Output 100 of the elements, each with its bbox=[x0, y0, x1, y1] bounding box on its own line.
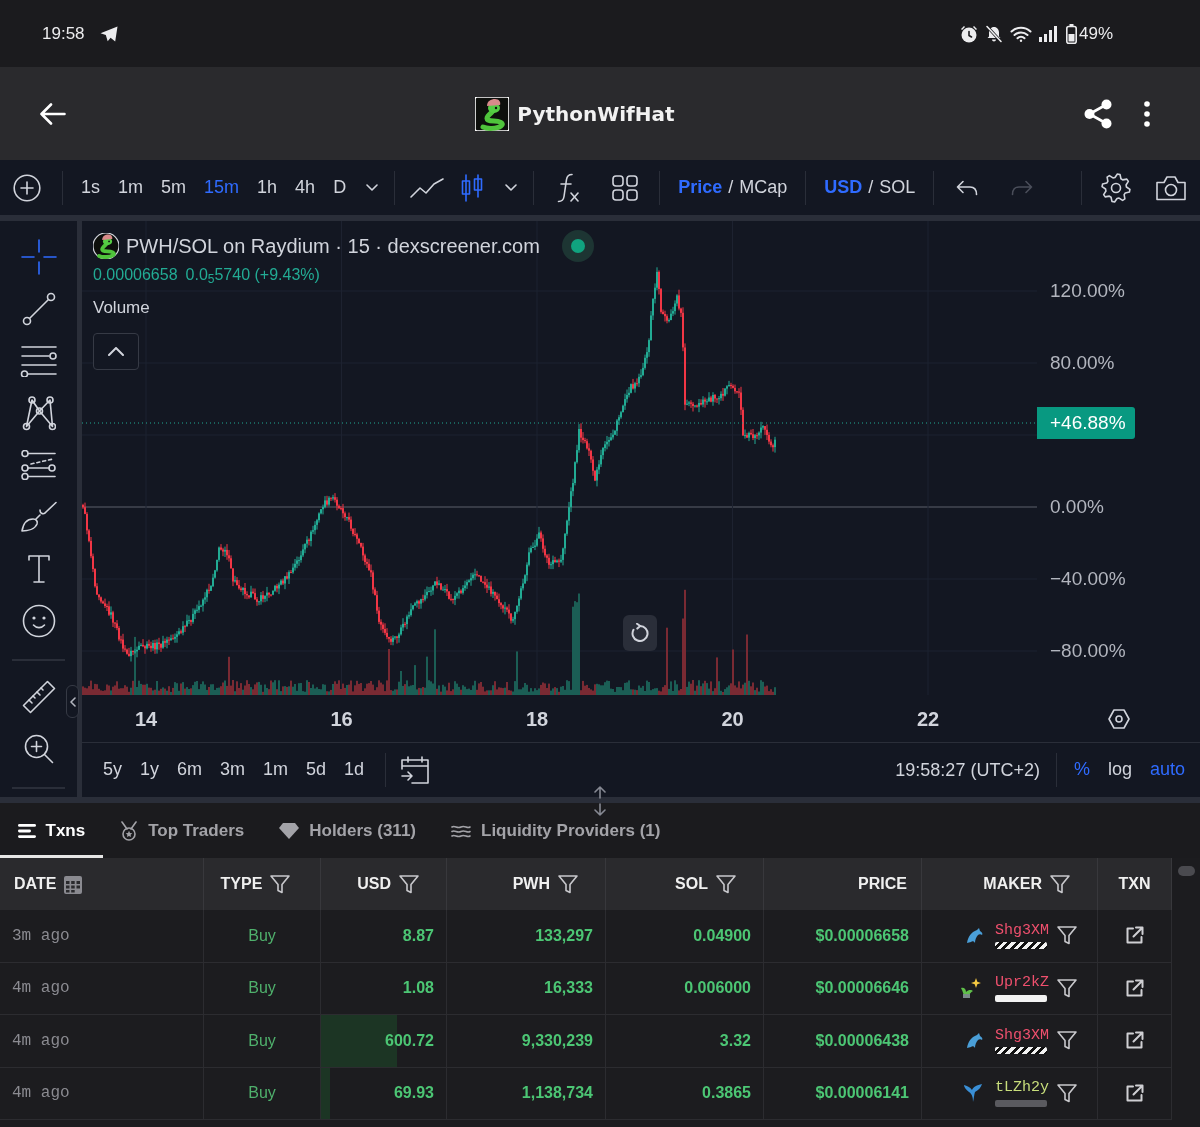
zoom-in-icon[interactable] bbox=[23, 734, 54, 764]
ruler-icon[interactable] bbox=[21, 680, 56, 714]
price-axis-label: 0.00% bbox=[1049, 494, 1104, 519]
table-cell: $0.00006438 bbox=[764, 1015, 922, 1067]
maker-address[interactable]: Upr2kZ bbox=[995, 975, 1049, 992]
pattern-icon[interactable] bbox=[21, 395, 56, 431]
currency-option[interactable]: SOL bbox=[873, 176, 922, 199]
caret-icon[interactable] bbox=[366, 184, 379, 191]
diamond-icon bbox=[279, 822, 300, 839]
collapse-legend-button[interactable] bbox=[93, 332, 139, 370]
status-time: 19:58 bbox=[42, 22, 85, 45]
tab[interactable]: Top Traders bbox=[102, 803, 262, 858]
filter-icon[interactable] bbox=[1057, 1083, 1077, 1103]
grid-icon[interactable] bbox=[612, 174, 639, 201]
muted-bell-icon bbox=[984, 24, 1003, 43]
indicator-label: Volume bbox=[93, 297, 151, 319]
price-axis-label: −80.00% bbox=[1049, 638, 1126, 663]
scale-option[interactable]: auto bbox=[1140, 759, 1194, 781]
dolphin-icon bbox=[965, 926, 983, 945]
range-button[interactable]: 3m bbox=[211, 759, 255, 781]
calendar-icon[interactable] bbox=[400, 756, 431, 784]
table-cell: 9,330,239 bbox=[447, 1015, 606, 1067]
camera-icon[interactable] bbox=[1155, 174, 1187, 201]
time-axis-label: 16 bbox=[329, 706, 354, 732]
add-circle-icon[interactable] bbox=[13, 173, 41, 202]
emoji-icon[interactable] bbox=[21, 604, 56, 638]
value-mode-option[interactable]: MCap bbox=[733, 176, 794, 199]
level-lines-icon[interactable] bbox=[19, 345, 58, 377]
settings-icon[interactable] bbox=[1107, 708, 1130, 729]
function-icon[interactable] bbox=[557, 172, 580, 203]
external-link-icon[interactable] bbox=[1125, 978, 1144, 998]
external-link-icon[interactable] bbox=[1125, 1031, 1144, 1051]
last-price-badge: +46.88% bbox=[1037, 406, 1135, 440]
interval-button[interactable]: 1s bbox=[72, 176, 109, 199]
interval-button[interactable]: 5m bbox=[152, 176, 196, 199]
maker-address[interactable]: tLZh2y bbox=[995, 1080, 1049, 1097]
price-value: 0.00006658 bbox=[93, 265, 178, 285]
range-button[interactable]: 1m bbox=[254, 759, 298, 781]
projection-lines-icon[interactable] bbox=[20, 450, 57, 480]
filter-icon[interactable] bbox=[1050, 874, 1070, 894]
range-button[interactable]: 5d bbox=[297, 759, 336, 781]
filter-icon[interactable] bbox=[399, 874, 419, 894]
line-chart-icon[interactable] bbox=[410, 177, 445, 198]
currency-option[interactable]: USD bbox=[818, 176, 869, 199]
table-cell: 4m ago bbox=[0, 962, 204, 1014]
back-arrow-icon[interactable] bbox=[40, 102, 66, 125]
interval-button[interactable]: D bbox=[324, 176, 356, 199]
resize-arrows-icon[interactable] bbox=[593, 786, 607, 816]
maker-address[interactable]: Shg3XM bbox=[995, 922, 1049, 939]
table-cell-text: 69.93 bbox=[393, 1083, 434, 1104]
table-cell: 4m ago bbox=[0, 1015, 204, 1067]
scale-option[interactable]: log bbox=[1098, 759, 1141, 781]
undo-icon[interactable] bbox=[956, 179, 979, 196]
scale-option[interactable]: % bbox=[1064, 759, 1099, 781]
sprout-icon bbox=[959, 978, 983, 999]
range-button[interactable]: 1y bbox=[131, 759, 169, 781]
interval-button[interactable]: 4h bbox=[286, 176, 325, 199]
table-cell: $0.00006646 bbox=[764, 962, 922, 1014]
tab[interactable]: Liquidity Providers (1) bbox=[433, 803, 678, 858]
candlestick-icon[interactable] bbox=[461, 173, 484, 202]
chevron-left-icon bbox=[69, 696, 76, 707]
reset-chart-button[interactable] bbox=[623, 615, 657, 651]
crosshair-icon[interactable] bbox=[20, 239, 57, 275]
filter-icon[interactable] bbox=[1057, 978, 1077, 998]
tab[interactable]: Holders (311) bbox=[261, 803, 434, 858]
share-icon[interactable] bbox=[1084, 98, 1112, 129]
column-label: TYPE bbox=[220, 874, 263, 894]
waves-icon bbox=[451, 823, 471, 838]
filter-icon[interactable] bbox=[1057, 1031, 1077, 1051]
collapse-toolbar-button[interactable] bbox=[66, 685, 79, 718]
battery-level: 49% bbox=[1078, 22, 1113, 45]
range-button[interactable]: 5y bbox=[94, 759, 131, 781]
more-icon[interactable] bbox=[1144, 100, 1150, 127]
table-cell-text: 1.08 bbox=[402, 978, 434, 999]
table-cell: $0.00006141 bbox=[764, 1067, 922, 1119]
table-cell: 0.006000 bbox=[606, 962, 764, 1014]
interval-button[interactable]: 15m bbox=[195, 176, 249, 199]
value-mode-option[interactable]: Price bbox=[672, 176, 729, 199]
caret-icon[interactable] bbox=[505, 184, 518, 191]
interval-button[interactable]: 1m bbox=[109, 176, 153, 199]
external-link-icon[interactable] bbox=[1125, 926, 1144, 946]
filter-icon[interactable] bbox=[1057, 926, 1077, 946]
range-button[interactable]: 1d bbox=[335, 759, 374, 781]
time-axis-label: 18 bbox=[524, 706, 550, 732]
time-axis-label: 22 bbox=[915, 706, 941, 732]
maker-address[interactable]: Shg3XM bbox=[995, 1027, 1049, 1044]
filter-icon[interactable] bbox=[716, 874, 736, 894]
snake-logo bbox=[93, 233, 119, 259]
settings-icon[interactable] bbox=[1101, 172, 1131, 203]
filter-icon[interactable] bbox=[558, 874, 578, 894]
trend-line-icon[interactable] bbox=[21, 292, 56, 326]
wifi-icon bbox=[1009, 25, 1032, 42]
external-link-icon[interactable] bbox=[1125, 1083, 1144, 1103]
table-cell: Buy bbox=[204, 962, 321, 1014]
filter-icon[interactable] bbox=[270, 874, 291, 894]
scrollbar-thumb[interactable] bbox=[1178, 866, 1195, 876]
range-button[interactable]: 6m bbox=[168, 759, 212, 781]
brush-icon[interactable] bbox=[19, 501, 58, 533]
interval-button[interactable]: 1h bbox=[248, 176, 287, 199]
text-tool-icon[interactable] bbox=[26, 554, 51, 584]
